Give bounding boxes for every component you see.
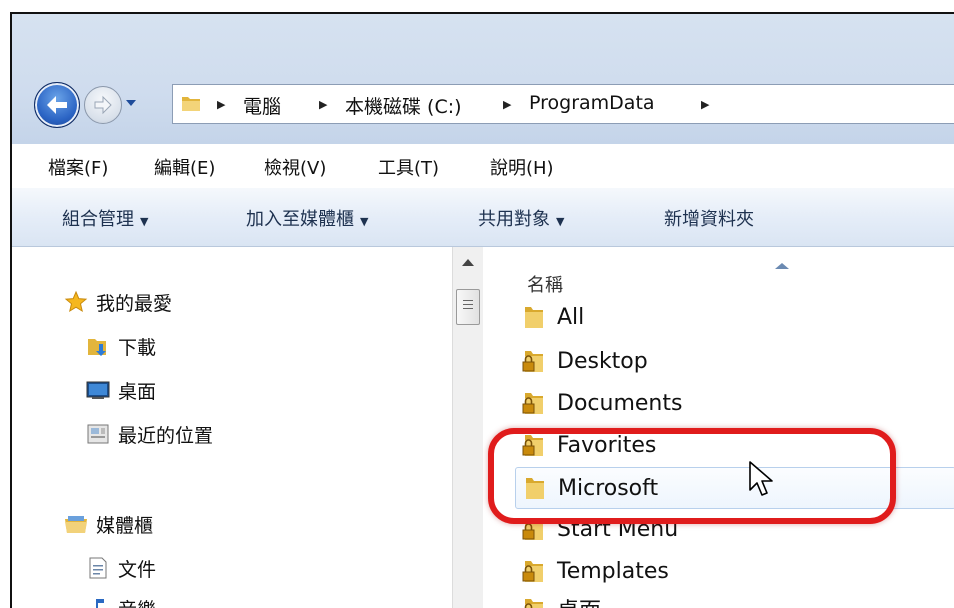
nav-recent-places[interactable]: 最近的位置 [86, 419, 213, 449]
share-label: 共用對象 [478, 209, 550, 230]
include-in-library-button[interactable]: 加入至媒體櫃 ▼ [246, 205, 368, 231]
nav-recent-label: 最近的位置 [118, 421, 213, 448]
back-button[interactable] [34, 82, 80, 128]
breadcrumb-computer[interactable]: 電腦 [243, 92, 281, 119]
file-row-desktop-zh[interactable]: 桌面 [519, 591, 954, 608]
file-name: Documents [557, 391, 682, 416]
document-icon [86, 556, 110, 580]
star-icon [64, 290, 88, 314]
file-row-desktop[interactable]: Desktop [519, 343, 954, 379]
downloads-folder-icon [86, 334, 110, 358]
menu-bar: 檔案(F) 編輯(E) 檢視(V) 工具(T) 說明(H) [12, 144, 954, 189]
file-name: Templates [557, 559, 669, 584]
locked-folder-icon [519, 346, 549, 376]
scroll-up-arrow-icon[interactable] [462, 259, 474, 266]
nav-documents[interactable]: 文件 [86, 553, 156, 583]
organize-button[interactable]: 組合管理 ▼ [62, 205, 148, 231]
music-note-icon [86, 596, 110, 608]
desktop-icon [86, 378, 110, 402]
breadcrumb-separator-icon[interactable]: ▶ [319, 98, 327, 111]
nav-documents-label: 文件 [118, 555, 156, 582]
nav-desktop-label: 桌面 [118, 377, 156, 404]
scroll-thumb[interactable] [456, 289, 480, 325]
command-toolbar: 組合管理 ▼ 加入至媒體櫃 ▼ 共用對象 ▼ 新增資料夾 [12, 188, 954, 247]
breadcrumb-separator-icon[interactable]: ▶ [217, 98, 225, 111]
nav-downloads-label: 下載 [118, 333, 156, 360]
menu-file[interactable]: 檔案(F) [48, 154, 108, 180]
chevron-down-icon: ▼ [556, 215, 564, 228]
organize-label: 組合管理 [62, 209, 134, 230]
address-bar[interactable]: ▶ 電腦 ▶ 本機磁碟 (C:) ▶ ProgramData ▶ [172, 84, 954, 124]
folder-icon [519, 302, 549, 332]
nav-downloads[interactable]: 下載 [86, 331, 156, 361]
nav-desktop[interactable]: 桌面 [86, 375, 156, 405]
locked-folder-icon [519, 388, 549, 418]
library-icon [64, 512, 88, 536]
nav-libraries-label: 媒體櫃 [96, 511, 153, 538]
menu-view[interactable]: 檢視(V) [264, 154, 326, 180]
breadcrumb-separator-icon[interactable]: ▶ [701, 98, 709, 111]
folder-icon [181, 93, 201, 113]
sort-ascending-icon [775, 263, 789, 269]
menu-tools[interactable]: 工具(T) [378, 154, 439, 180]
file-row-all[interactable]: All [519, 299, 954, 335]
menu-help[interactable]: 說明(H) [490, 154, 554, 180]
breadcrumb-local-disk[interactable]: 本機磁碟 (C:) [345, 92, 462, 119]
nav-favorites[interactable]: 我的最愛 [64, 287, 172, 317]
back-arrow-icon [44, 93, 70, 117]
recent-places-icon [86, 422, 110, 446]
file-name: Desktop [557, 349, 648, 374]
mouse-cursor-icon [748, 460, 776, 500]
locked-folder-icon [519, 556, 549, 586]
forward-button[interactable] [84, 86, 122, 124]
chevron-down-icon: ▼ [140, 215, 148, 228]
share-with-button[interactable]: 共用對象 ▼ [478, 205, 564, 231]
breadcrumb-programdata[interactable]: ProgramData [529, 92, 655, 114]
file-row-documents[interactable]: Documents [519, 385, 954, 421]
nav-libraries[interactable]: 媒體櫃 [64, 509, 153, 539]
nav-favorites-label: 我的最愛 [96, 289, 172, 316]
file-row-templates[interactable]: Templates [519, 553, 954, 589]
new-folder-button[interactable]: 新增資料夾 [664, 205, 754, 231]
file-name: All [557, 305, 584, 330]
highlight-annotation [488, 428, 896, 524]
column-header-name[interactable]: 名稱 [527, 271, 563, 297]
navigation-scrollbar[interactable] [452, 247, 483, 608]
navigation-pane: 我的最愛 下載 桌面 最近的位置 媒體櫃 [12, 247, 452, 608]
forward-arrow-icon [93, 95, 113, 115]
menu-edit[interactable]: 編輯(E) [154, 154, 215, 180]
chevron-down-icon: ▼ [360, 215, 368, 228]
title-bar [12, 14, 954, 144]
breadcrumb-separator-icon[interactable]: ▶ [503, 98, 511, 111]
include-label: 加入至媒體櫃 [246, 209, 354, 230]
recent-pages-dropdown-icon[interactable] [124, 96, 138, 110]
